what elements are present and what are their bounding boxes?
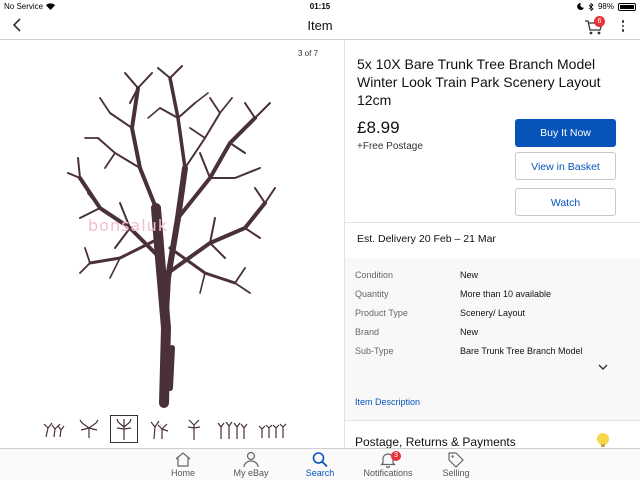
spec-label: Brand (355, 327, 380, 337)
tab-label: Home (170, 468, 195, 478)
tab-notifications[interactable]: 3 Notifications (353, 451, 423, 478)
search-icon (312, 452, 328, 468)
postage-cost: +Free Postage (357, 141, 423, 152)
more-vertical-icon (620, 20, 626, 32)
tab-label: My eBay (233, 468, 269, 478)
battery-icon (618, 2, 636, 11)
tab-home[interactable]: Home (148, 451, 218, 478)
thumbnail[interactable] (180, 415, 208, 443)
buy-it-now-button[interactable]: Buy It Now (515, 119, 616, 147)
thumbnail[interactable] (75, 415, 103, 443)
person-icon (243, 451, 259, 468)
spec-label: Sub-Type (355, 346, 394, 356)
thumbnail-strip (40, 415, 300, 445)
tab-bar: Home My eBay Search 3 Notifications Sell… (0, 448, 640, 480)
tag-icon (448, 452, 464, 468)
watch-button[interactable]: Watch (515, 188, 616, 216)
tree-thumbnail-icon (258, 423, 287, 438)
status-time: 01:15 (309, 2, 331, 11)
delivery-dates: 20 Feb – 21 Mar (418, 233, 496, 245)
divider (345, 420, 640, 421)
status-bar: No Service 01:15 98% (0, 0, 640, 14)
product-image[interactable] (60, 58, 280, 438)
listing-title: 5x 10X Bare Trunk Tree Branch Model Wint… (357, 56, 601, 108)
item-details-panel: 5x 10X Bare Trunk Tree Branch Model Wint… (344, 40, 640, 448)
tree-thumbnail-icon (187, 419, 201, 440)
view-in-basket-button[interactable]: View in Basket (515, 152, 616, 180)
spec-value: New (460, 327, 479, 337)
battery-percent: 98% (597, 2, 614, 11)
delivery-label: Est. Delivery (357, 233, 416, 245)
tree-thumbnail-icon (43, 422, 65, 438)
image-gallery[interactable]: 3 of 7 bonsaluk (0, 40, 330, 448)
expand-specifics-button[interactable] (598, 358, 608, 370)
tree-thumbnail-icon (116, 418, 132, 440)
price: £8.99 (357, 118, 400, 137)
postage-returns-heading[interactable]: Postage, Returns & Payments (355, 435, 516, 448)
spec-value: Bare Trunk Tree Branch Model (460, 346, 583, 356)
notifications-badge: 3 (391, 451, 401, 461)
thumbnail-selected[interactable] (110, 415, 138, 443)
divider (345, 222, 640, 223)
chevron-down-icon (598, 364, 608, 370)
thumbnail[interactable] (40, 415, 68, 443)
spec-label: Condition (355, 270, 394, 280)
bluetooth-icon (588, 2, 594, 11)
home-icon (175, 452, 191, 467)
status-right: 98% (577, 2, 636, 11)
item-specifics: Condition New Quantity More than 10 avai… (345, 258, 640, 420)
spec-label: Product Type (355, 308, 408, 318)
spec-value: Scenery/ Layout (460, 308, 526, 318)
tree-thumbnail-icon (79, 419, 99, 438)
more-button[interactable] (620, 20, 626, 34)
thumbnail[interactable] (256, 415, 290, 443)
moon-icon (577, 3, 584, 10)
tab-label: Notifications (363, 468, 413, 478)
thumbnail[interactable] (215, 415, 249, 443)
spec-value: More than 10 available (460, 289, 552, 299)
tab-label: Selling (442, 468, 470, 478)
tree-thumbnail-icon (217, 421, 248, 439)
image-watermark: bonsaluk (88, 216, 169, 235)
tab-my-ebay[interactable]: My eBay (216, 451, 286, 478)
image-counter: 3 of 7 (298, 49, 319, 58)
estimated-delivery: Est. Delivery 20 Feb – 21 Mar (357, 233, 496, 245)
nav-bar: Item 6 (0, 14, 640, 40)
page-title: Item (307, 18, 333, 33)
thumbnail[interactable] (145, 415, 173, 443)
lightbulb-icon (597, 433, 609, 447)
item-description-link[interactable]: Item Description (355, 397, 420, 407)
spec-label: Quantity (355, 289, 389, 299)
cart-count-badge: 6 (594, 16, 605, 27)
tab-label: Search (305, 468, 335, 478)
tree-thumbnail-icon (150, 420, 169, 440)
tab-selling[interactable]: Selling (421, 451, 491, 478)
spec-value: New (460, 270, 479, 280)
tab-search[interactable]: Search (285, 451, 355, 478)
